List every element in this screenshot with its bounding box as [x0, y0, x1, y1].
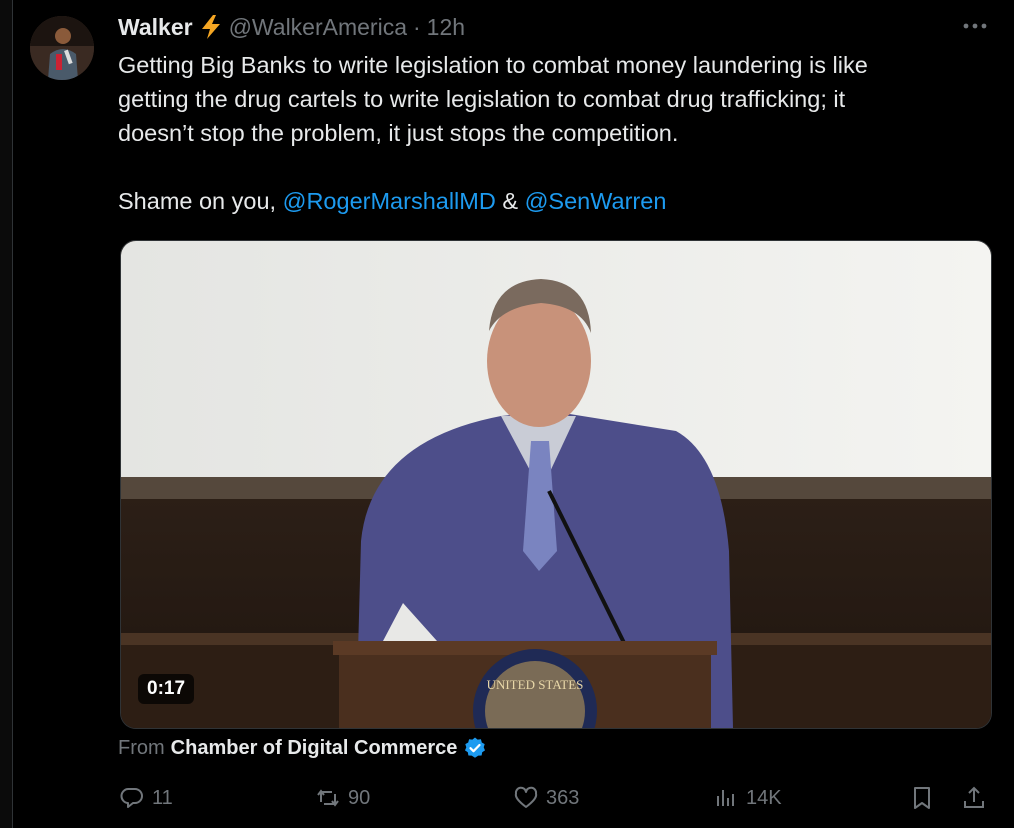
video-player[interactable]: UNITED STATES	[120, 240, 992, 729]
repost-icon	[317, 789, 339, 807]
video-frame: UNITED STATES	[121, 241, 991, 728]
reply-count: 11	[152, 786, 173, 809]
bookmark-button[interactable]	[908, 784, 936, 812]
mention-link[interactable]: @RogerMarshallMD	[283, 188, 496, 214]
reply-icon	[120, 788, 143, 808]
shame-text: Shame on you,	[118, 188, 283, 214]
repost-count: 90	[348, 786, 371, 809]
more-horizontal-icon[interactable]	[960, 14, 990, 38]
tweet-text: Getting Big Banks to write legislation t…	[118, 48, 988, 218]
views-icon	[717, 790, 734, 806]
reply-button[interactable]: 11	[118, 784, 173, 812]
avatar[interactable]	[30, 16, 94, 80]
views-button[interactable]: 14K	[712, 784, 782, 812]
separator-dot: ·	[413, 13, 421, 40]
user-handle[interactable]: @WalkerAmerica	[229, 14, 407, 41]
avatar-image	[30, 16, 94, 80]
from-label: From	[118, 736, 165, 759]
like-count: 363	[546, 786, 580, 809]
lightning-bolt-icon	[201, 15, 220, 39]
action-bar: 11 90 363 14K	[118, 784, 998, 820]
verified-badge-icon	[465, 737, 486, 758]
from-attribution: From Chamber of Digital Commerce	[118, 736, 487, 760]
ampersand-text: &	[495, 188, 525, 214]
heart-icon	[514, 786, 538, 808]
video-duration: 0:17	[138, 674, 195, 704]
like-button[interactable]: 363	[512, 784, 579, 812]
tweet-text-line: Getting Big Banks to write legislation t…	[118, 52, 868, 78]
timestamp[interactable]: 12h	[427, 14, 465, 41]
mention-link[interactable]: @SenWarren	[525, 188, 667, 214]
tweet-text-line: getting the drug cartels to write legisl…	[118, 86, 846, 112]
tweet-text-line: doesn’t stop the problem, it just stops …	[118, 120, 679, 146]
from-source-link[interactable]: Chamber of Digital Commerce	[171, 737, 458, 760]
repost-button[interactable]: 90	[314, 784, 370, 812]
display-name[interactable]: Walker	[118, 14, 193, 41]
svg-text:UNITED STATES: UNITED STATES	[487, 677, 584, 692]
left-border	[0, 0, 13, 828]
views-count: 14K	[746, 786, 782, 809]
bookmark-icon	[914, 787, 930, 809]
share-button[interactable]	[960, 784, 988, 812]
tweet-header: Walker @WalkerAmerica · 12h	[118, 12, 465, 42]
share-icon	[964, 786, 984, 808]
